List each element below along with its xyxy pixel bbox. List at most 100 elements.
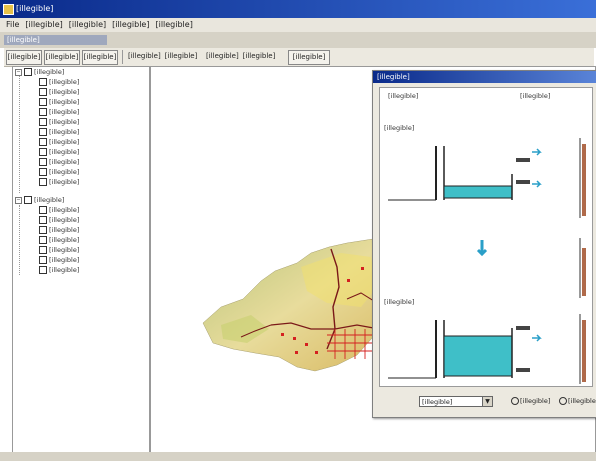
app-icon [3,4,14,15]
gauge-bar [582,144,586,216]
checkbox[interactable] [39,88,47,96]
checkbox[interactable] [39,128,47,136]
tree-item[interactable]: [illegible] [39,225,79,235]
menu-item-4[interactable]: [illegible] [112,20,149,29]
workspace-title: [illegible] [4,35,107,45]
outflow-arrow [532,180,542,188]
tree-item[interactable]: [illegible] [39,77,79,87]
chevron-down-icon[interactable]: ▼ [482,397,492,406]
tree-item-label: [illegible] [49,178,80,186]
checkbox[interactable] [39,236,47,244]
tree-item[interactable]: [illegible] [39,205,79,215]
tree-item-label: [illegible] [49,108,80,116]
tree-item[interactable]: [illegible] [39,235,79,245]
menu-item-5[interactable]: [illegible] [155,20,192,29]
tree-item[interactable]: [illegible] [39,245,79,255]
outflow-arrow [532,148,542,156]
tree-item-label: [illegible] [49,158,80,166]
checkbox[interactable] [39,108,47,116]
tree-item[interactable]: [illegible] [39,177,79,187]
title-bar: [illegible] [0,0,596,18]
tree-group-label: [illegible] [34,196,65,204]
tree-item[interactable]: [illegible] [39,107,79,117]
workspace-window: [illegible] [0,32,596,48]
checkbox[interactable] [39,178,47,186]
toolbar-button-6[interactable]: [illegible] [206,50,239,63]
toolbar-button-1[interactable]: [illegible] [6,50,42,65]
outlet-pipe [516,158,530,162]
radio-option-2[interactable]: [illegible] [559,397,596,405]
tree-item[interactable]: [illegible] [39,147,79,157]
tree-item-label: [illegible] [49,148,80,156]
tree-group-2[interactable]: − [illegible] [15,195,64,205]
dialog-canvas: [illegible] [illegible] [illegible] [ill… [379,87,593,387]
tree-item[interactable]: [illegible] [39,87,79,97]
status-bar [0,452,596,461]
storage-dialog: [illegible] [illegible] [illegible] [ill… [372,70,596,418]
tree-item[interactable]: [illegible] [39,97,79,107]
toolbar-button-4[interactable]: [illegible] [128,50,161,63]
tank-water [443,335,513,377]
checkbox[interactable] [39,118,47,126]
radio-icon[interactable] [511,397,519,405]
tree-item[interactable]: [illegible] [39,127,79,137]
toolbar-button-3[interactable]: [illegible] [82,50,118,65]
tree-item[interactable]: [illegible] [39,167,79,177]
tree-group-1[interactable]: − [illegible] [15,67,64,77]
collapse-icon[interactable]: − [15,196,22,204]
tree-item[interactable]: [illegible] [39,255,79,265]
checkbox[interactable] [39,256,47,264]
checkbox[interactable] [24,68,32,76]
outlet-pipe [516,368,530,372]
tree-item-label: [illegible] [49,246,80,254]
toolbar-separator [122,50,123,64]
outlet-pipe [516,180,530,184]
toolbar-button-2[interactable]: [illegible] [44,50,80,65]
layer-tree: − [illegible] [illegible] [illegible] [il… [12,66,150,454]
checkbox[interactable] [39,78,47,86]
checkbox[interactable] [39,206,47,214]
tree-group-label: [illegible] [34,68,65,76]
gauge-bar [582,320,586,382]
toolbar-button-8[interactable]: [illegible] [288,50,330,65]
storage-diagram [388,138,586,384]
toolbar-button-7[interactable]: [illegible] [236,50,282,63]
checkbox[interactable] [39,266,47,274]
tree-item-label: [illegible] [49,128,80,136]
tree-item-label: [illegible] [49,168,80,176]
flow-down-arrow [476,240,488,257]
checkbox[interactable] [39,148,47,156]
tree-item[interactable]: [illegible] [39,265,79,275]
tree-item[interactable]: [illegible] [39,137,79,147]
menu-item-2[interactable]: [illegible] [25,20,62,29]
scale-select-value: [illegible] [422,398,453,406]
radio-option-1[interactable]: [illegible] [511,397,550,405]
checkbox[interactable] [39,138,47,146]
checkbox[interactable] [39,226,47,234]
tree-item-label: [illegible] [49,98,80,106]
radio-label: [illegible] [568,397,596,405]
checkbox[interactable] [39,246,47,254]
tree-item[interactable]: [illegible] [39,215,79,225]
checkbox[interactable] [39,168,47,176]
scale-select[interactable]: [illegible] ▼ [419,396,493,407]
tree-item[interactable]: [illegible] [39,117,79,127]
tree-item[interactable]: [illegible] [39,157,79,167]
menu-item-3[interactable]: [illegible] [69,20,106,29]
collapse-icon[interactable]: − [15,68,22,76]
tree-item-label: [illegible] [49,138,80,146]
tree-item-label: [illegible] [49,88,80,96]
tree-line [19,75,20,193]
checkbox[interactable] [24,196,32,204]
radio-label: [illegible] [520,397,551,405]
gauge-bar [582,248,586,296]
radio-icon[interactable] [559,397,567,405]
toolbar-button-5[interactable]: [illegible] [164,50,198,63]
menu-bar: File [illegible] [illegible] [illegible]… [0,18,596,33]
checkbox[interactable] [39,158,47,166]
checkbox[interactable] [39,98,47,106]
dialog-title: [illegible] [373,71,596,83]
checkbox[interactable] [39,216,47,224]
tree-item-label: [illegible] [49,226,80,234]
menu-file[interactable]: File [6,20,19,29]
